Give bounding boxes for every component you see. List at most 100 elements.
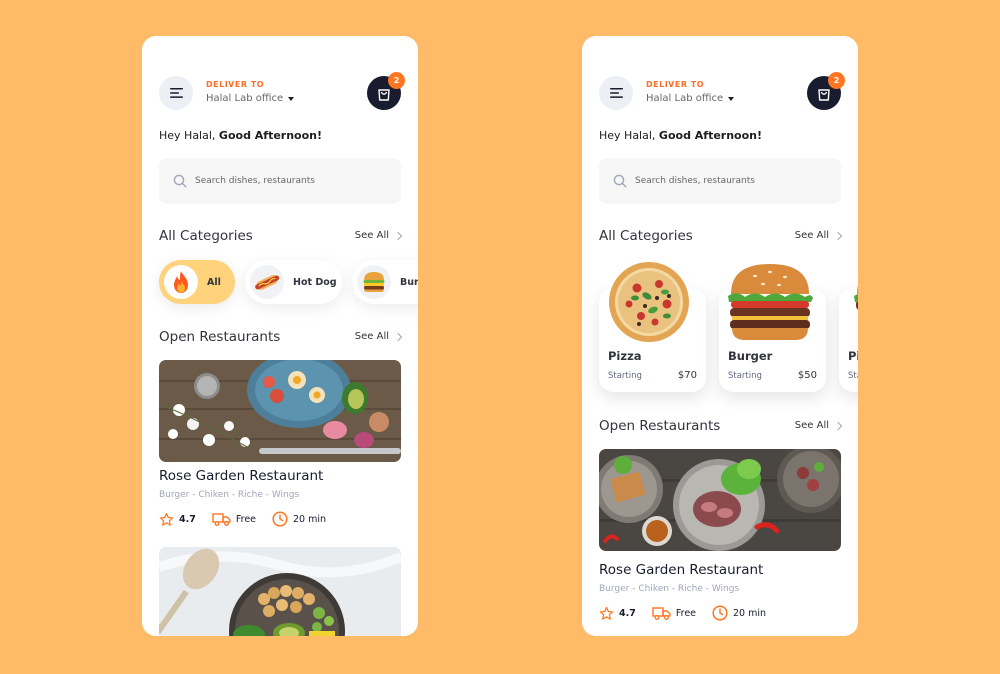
search-input[interactable]: Search dishes, restaurants <box>195 176 315 186</box>
search-icon <box>173 174 187 188</box>
chip-label: All <box>207 276 221 288</box>
greeting-prefix: Hey Halal, <box>159 129 216 142</box>
cart-badge: 2 <box>828 72 845 89</box>
deliver-location[interactable]: Halal Lab office <box>646 93 735 104</box>
search-input[interactable]: Search dishes, restaurants <box>635 176 755 186</box>
category-starting: Sta <box>848 371 858 381</box>
restaurant-tags: Burger - Chiken - Riche - Wings <box>599 584 740 594</box>
categories-see-all-link[interactable]: See All <box>354 230 403 241</box>
chip-label: Burger <box>400 276 418 288</box>
deliver-location-text: Halal Lab office <box>646 93 724 104</box>
see-all-label: See All <box>794 420 829 431</box>
phone-screen-right: DELIVER TO Halal Lab office 2 Hey Halal,… <box>582 36 858 636</box>
category-chip-all[interactable]: All <box>159 260 235 304</box>
delivery-fee-value: Free <box>235 513 257 525</box>
category-card-partial[interactable]: Pi Sta <box>839 285 858 392</box>
burger-icon <box>728 264 813 340</box>
shopping-bag-icon <box>818 88 830 101</box>
restaurants-see-all-link[interactable]: See All <box>354 331 403 342</box>
star-icon <box>599 606 614 620</box>
category-name: Pi <box>848 349 858 363</box>
greeting: Hey Halal, Good Afternoon! <box>159 129 322 142</box>
delivery-fee: Free <box>212 512 256 526</box>
deliver-label: DELIVER TO <box>646 80 705 89</box>
restaurant-image[interactable] <box>599 449 841 551</box>
category-card-burger[interactable]: Burger Starting $50 <box>719 264 826 392</box>
deliver-to[interactable]: DELIVER TO Halal Lab office <box>646 80 735 104</box>
chip-label: Hot Dog <box>293 276 337 288</box>
menu-icon <box>169 88 183 98</box>
open-restaurants-title: Open Restaurants <box>599 418 721 434</box>
see-all-label: See All <box>354 331 389 342</box>
deliver-label: DELIVER TO <box>206 80 265 89</box>
delivery-fee: Free <box>652 606 696 620</box>
deliver-location-text: Halal Lab office <box>206 93 284 104</box>
open-restaurants-header: Open Restaurants See All <box>599 418 843 436</box>
restaurant-meta: 4.7 Free 20 min <box>599 604 782 622</box>
category-starting: Starting <box>728 371 762 381</box>
category-chips: All Hot Dog Burger <box>159 260 418 304</box>
menu-button[interactable] <box>599 76 633 110</box>
categories-title: All Categories <box>159 228 253 244</box>
clock-icon <box>712 605 728 621</box>
open-restaurants-title: Open Restaurants <box>159 329 281 345</box>
delivery-time-value: 20 min <box>293 513 327 525</box>
delivery-fee-value: Free <box>675 607 697 619</box>
category-chip-burger[interactable]: Burger <box>352 260 418 304</box>
fire-icon <box>164 265 198 299</box>
greeting: Hey Halal, Good Afternoon! <box>599 129 762 142</box>
phone-screen-left: DELIVER TO Halal Lab office 2 Hey Halal,… <box>142 36 418 636</box>
restaurants-see-all-link[interactable]: See All <box>794 420 843 431</box>
deliver-to[interactable]: DELIVER TO Halal Lab office <box>206 80 295 104</box>
category-name: Pizza <box>608 349 642 363</box>
category-chip-hot-dog[interactable]: Hot Dog <box>245 260 342 304</box>
cart-button[interactable]: 2 <box>807 72 845 110</box>
category-name: Burger <box>728 349 773 363</box>
chevron-right-icon <box>833 421 843 430</box>
cart-button[interactable]: 2 <box>367 72 405 110</box>
rating: 4.7 <box>159 512 196 527</box>
category-price: $50 <box>797 370 817 381</box>
delivery-time: 20 min <box>712 605 766 621</box>
categories-header: All Categories See All <box>159 228 403 246</box>
delivery-time-value: 20 min <box>733 607 767 619</box>
menu-button[interactable] <box>159 76 193 110</box>
pizza-icon <box>854 285 858 310</box>
restaurant-image-2[interactable] <box>159 547 401 636</box>
rating-value: 4.7 <box>179 513 196 525</box>
deliver-location[interactable]: Halal Lab office <box>206 93 295 104</box>
caret-down-icon <box>288 96 295 101</box>
category-price: $70 <box>677 370 697 381</box>
categories-header: All Categories See All <box>599 228 843 246</box>
open-restaurants-header: Open Restaurants See All <box>159 329 403 347</box>
greeting-time: Good Afternoon! <box>658 129 763 142</box>
cart-badge: 2 <box>388 72 405 89</box>
categories-title: All Categories <box>599 228 693 244</box>
search-bar[interactable]: Search dishes, restaurants <box>599 158 841 204</box>
caret-down-icon <box>728 96 735 101</box>
delivery-truck-icon <box>212 513 231 526</box>
greeting-prefix: Hey Halal, <box>599 129 656 142</box>
chevron-right-icon <box>833 231 843 240</box>
burger-icon <box>357 265 391 299</box>
shopping-bag-icon <box>378 88 390 101</box>
rating: 4.7 <box>599 606 636 621</box>
top-bar: DELIVER TO Halal Lab office 2 <box>599 72 845 110</box>
greeting-time: Good Afternoon! <box>218 129 323 142</box>
search-icon <box>613 174 627 188</box>
see-all-label: See All <box>354 230 389 241</box>
hot-dog-icon <box>250 265 284 299</box>
menu-icon <box>609 88 623 98</box>
delivery-truck-icon <box>652 607 671 620</box>
category-card-pizza[interactable]: Pizza Starting $70 <box>599 262 706 392</box>
search-bar[interactable]: Search dishes, restaurants <box>159 158 401 204</box>
clock-icon <box>272 511 288 527</box>
rating-value: 4.7 <box>619 607 636 619</box>
restaurant-name[interactable]: Rose Garden Restaurant <box>159 468 323 484</box>
category-starting: Starting <box>608 371 642 381</box>
restaurant-name[interactable]: Rose Garden Restaurant <box>599 562 763 578</box>
restaurant-tags: Burger - Chiken - Riche - Wings <box>159 490 300 500</box>
restaurant-meta: 4.7 Free 20 min <box>159 510 342 528</box>
categories-see-all-link[interactable]: See All <box>795 230 843 241</box>
restaurant-image[interactable] <box>159 360 401 462</box>
